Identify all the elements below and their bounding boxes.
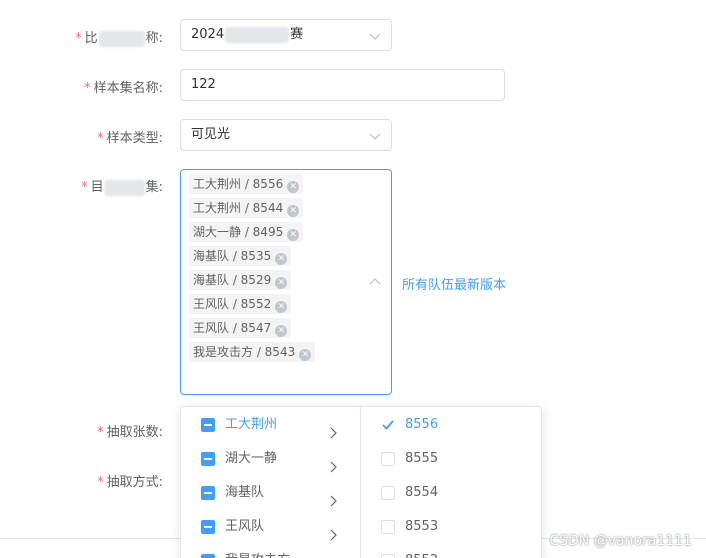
close-circle-icon[interactable]: ✕ (299, 349, 312, 361)
sample-type-select[interactable]: 可见光 (180, 119, 392, 151)
sample-set-name-label: * 样本集名称: (84, 81, 163, 96)
version-checkbox[interactable] (381, 486, 395, 500)
chevron-down-icon[interactable] (369, 30, 381, 42)
selected-tag: 海基队 / 8529 ✕ (189, 270, 292, 290)
chevron-right-icon (328, 419, 338, 439)
chevron-right-icon (328, 521, 338, 541)
sample-set-name-input[interactable]: 122 (180, 69, 505, 101)
cascader-dropdown: 工大荆州 湖大一静 海基队 王风队 我是攻击方 8556 (180, 406, 542, 558)
watermark: CSDN @vanora1111 (549, 533, 692, 549)
redacted-blur (98, 30, 145, 47)
team-checkbox[interactable] (201, 554, 215, 558)
team-checkbox[interactable] (201, 452, 215, 466)
close-circle-icon[interactable]: ✕ (275, 253, 288, 265)
close-circle-icon[interactable]: ✕ (287, 181, 300, 193)
target-set-label: * 目集: (81, 179, 163, 196)
selected-tag: 湖大一静 / 8495 ✕ (189, 222, 304, 242)
version-option[interactable]: 8554 (361, 476, 541, 510)
redacted-blur (104, 179, 145, 196)
team-option[interactable]: 工大荆州 (181, 408, 360, 442)
close-circle-icon[interactable]: ✕ (275, 301, 288, 313)
team-option[interactable]: 我是攻击方 (181, 544, 360, 558)
selected-tag: 工大荆州 / 8556 ✕ (189, 174, 304, 194)
team-option[interactable]: 湖大一静 (181, 442, 360, 476)
team-checkbox[interactable] (201, 486, 215, 500)
redacted-blur (225, 26, 290, 43)
chevron-right-icon (328, 487, 338, 507)
close-circle-icon[interactable]: ✕ (275, 325, 288, 337)
selected-tag: 王风队 / 8547 ✕ (189, 318, 292, 338)
draw-method-label: * 抽取方式: (97, 475, 163, 490)
team-checkbox[interactable] (201, 418, 215, 432)
version-checkbox[interactable] (381, 520, 395, 534)
team-checkbox[interactable] (201, 520, 215, 534)
target-set-cascader-input[interactable]: 工大荆州 / 8556 ✕ 工大荆州 / 8544 ✕ 湖大一静 / 8495 ✕ 海… (180, 169, 392, 395)
close-circle-icon[interactable]: ✕ (287, 205, 300, 217)
selected-tag: 王风队 / 8552 ✕ (189, 294, 292, 314)
check-icon[interactable] (381, 418, 395, 432)
version-menu: 8556 8555 8554 8553 8552 (361, 407, 541, 558)
version-option[interactable]: 8556 (361, 408, 541, 442)
match-name-select[interactable]: 2024 赛 (180, 19, 392, 51)
team-option[interactable]: 王风队 (181, 510, 360, 544)
version-option[interactable]: 8552 (361, 544, 541, 558)
version-checkbox[interactable] (381, 554, 395, 558)
chevron-up-icon[interactable] (369, 276, 381, 288)
selected-tag: 工大荆州 / 8544 ✕ (189, 198, 304, 218)
latest-version-link[interactable]: 所有队伍最新版本 (402, 274, 506, 293)
version-option[interactable]: 8553 (361, 510, 541, 544)
team-menu: 工大荆州 湖大一静 海基队 王风队 我是攻击方 (181, 407, 361, 558)
selected-tag: 海基队 / 8535 ✕ (189, 246, 292, 266)
version-checkbox[interactable] (381, 452, 395, 466)
version-option[interactable]: 8555 (361, 442, 541, 476)
match-name-label: * 比称: (75, 30, 163, 47)
draw-count-label: * 抽取张数: (97, 425, 163, 440)
close-circle-icon[interactable]: ✕ (287, 229, 300, 241)
chevron-down-icon[interactable] (369, 130, 381, 142)
selected-tag: 我是攻击方 / 8543 ✕ (189, 342, 316, 362)
team-option[interactable]: 海基队 (181, 476, 360, 510)
chevron-right-icon (328, 453, 338, 473)
close-circle-icon[interactable]: ✕ (275, 277, 288, 289)
sample-type-label: * 样本类型: (97, 131, 163, 146)
